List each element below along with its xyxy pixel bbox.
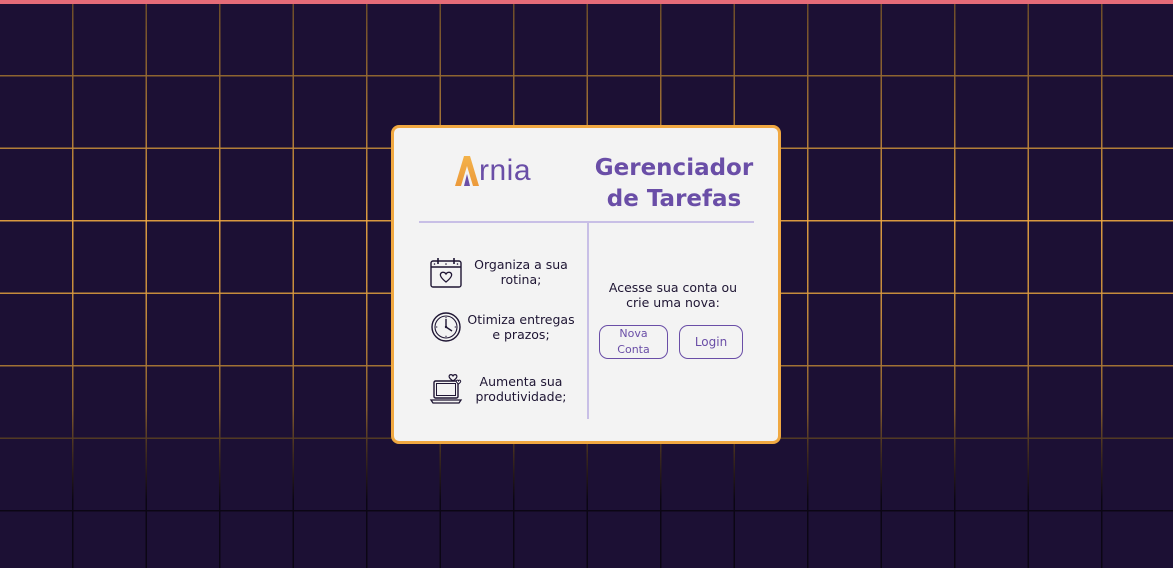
feature-text-productivity: Aumenta sua produtividade; [475,374,567,404]
arnia-logo-text: rnia [479,154,532,187]
feature-text-routine: Organiza a sua rotina; [474,257,568,287]
page-title: Gerenciador de Tarefas [584,153,764,215]
feature-text-deadlines: Otimiza entregas e prazos; [467,312,575,342]
calendar-heart-icon [430,258,462,288]
arnia-logo: rnia [455,150,531,186]
welcome-card: rnia Gerenciador de Tarefas Organiza a s… [391,125,781,444]
feature-item-productivity: Aumenta sua produtividade; [429,372,579,406]
arnia-logo-mark-icon [455,156,479,186]
clock-icon [431,312,461,342]
feature-item-deadlines: Otimiza entregas e prazos; [429,310,579,344]
vertical-divider [587,223,589,419]
page-title-line1: Gerenciador [594,155,754,181]
new-account-button[interactable]: Nova Conta [599,325,668,359]
access-prompt: Acesse sua conta ou crie uma nova: [608,280,738,310]
login-button[interactable]: Login [679,325,743,359]
feature-item-routine: Organiza a sua rotina; [429,255,579,289]
laptop-heart-icon [429,374,463,404]
page-title-line2: de Tarefas [606,186,742,212]
